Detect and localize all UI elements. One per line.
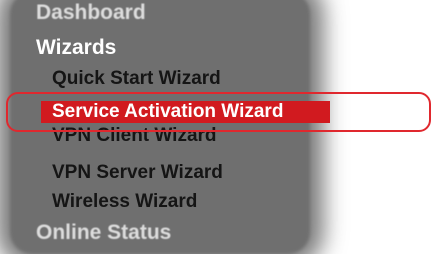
highlight-annotation-outline <box>6 92 431 132</box>
menu-item-vpn-server-wizard[interactable]: VPN Server Wizard <box>52 163 223 182</box>
menu-wizards[interactable]: Wizards <box>36 37 116 58</box>
menu-dashboard[interactable]: Dashboard <box>36 2 146 23</box>
menu-item-quick-start-wizard[interactable]: Quick Start Wizard <box>52 69 221 88</box>
menu-online-status[interactable]: Online Status <box>36 222 171 243</box>
menu-item-wireless-wizard[interactable]: Wireless Wizard <box>52 192 197 211</box>
